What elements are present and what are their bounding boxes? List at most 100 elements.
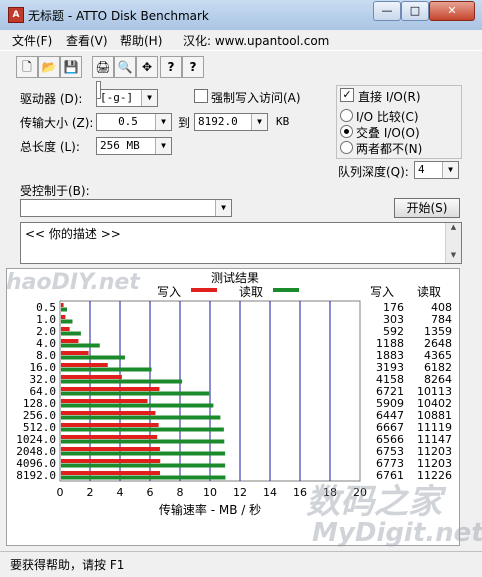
transfer-size-label: 传输大小 (Z): (20, 116, 94, 130)
spacer (96, 81, 101, 99)
maximize-button[interactable]: □ (401, 1, 429, 21)
bar-write (61, 375, 122, 379)
total-length-label: 总长度 (L): (20, 140, 80, 154)
transfer-to-select[interactable]: 8192.0 ▼ (194, 113, 268, 131)
bar-write (61, 399, 148, 403)
close-button[interactable]: ✕ (429, 1, 475, 21)
drive-select[interactable]: [-g-] ▼ (96, 89, 158, 107)
force-write-label: 强制写入访问(A) (211, 91, 301, 105)
bar-write (61, 387, 160, 391)
bar-read (61, 319, 73, 324)
bar-read (61, 451, 226, 456)
radio-overlap-label: 交叠 I/O(O) (356, 126, 420, 140)
x-tick-label: 4 (117, 486, 124, 499)
bar-read (61, 307, 67, 312)
bar-read (61, 367, 152, 372)
open-icon[interactable]: 📂 (38, 56, 60, 78)
print-preview-icon[interactable]: 🔍 (114, 56, 136, 78)
radio-overlap[interactable] (340, 125, 353, 138)
legend-write-swatch (191, 288, 217, 292)
chevron-down-icon: ▼ (141, 90, 157, 106)
description-box[interactable]: << 你的描述 >> ▲ ▼ (20, 222, 462, 264)
x-tick-label: 12 (233, 486, 247, 499)
x-tick-label: 8 (177, 486, 184, 499)
description-scrollbar[interactable]: ▲ ▼ (445, 223, 461, 263)
menu-view[interactable]: 查看(V) (66, 32, 108, 49)
x-tick-label: 6 (147, 486, 154, 499)
chevron-down-icon: ▼ (251, 114, 267, 130)
chart-title: 测试结果 (211, 270, 259, 285)
force-write-checkbox[interactable] (194, 89, 208, 103)
legend-read-swatch (273, 288, 299, 292)
menu-help[interactable]: 帮助(H) (120, 32, 162, 49)
column-header-read: 读取 (417, 285, 441, 299)
menu-file[interactable]: 文件(F) (12, 32, 52, 49)
bar-write (61, 411, 156, 415)
drive-label: 驱动器 (D): (20, 92, 83, 106)
legend-write-label: 写入 (157, 285, 181, 299)
queue-depth-select[interactable]: 4 ▼ (414, 161, 459, 179)
x-tick-label: 16 (293, 486, 307, 499)
x-tick-label: 0 (57, 486, 64, 499)
radio-compare[interactable] (340, 109, 353, 122)
x-tick-label: 10 (203, 486, 217, 499)
total-length-select[interactable]: 256 MB ▼ (96, 137, 172, 155)
context-help-icon[interactable]: ? (182, 56, 204, 78)
radio-neither[interactable] (340, 141, 353, 154)
transfer-from-select[interactable]: 0.5 ▼ (96, 113, 172, 131)
chevron-down-icon: ▼ (155, 138, 171, 154)
status-bar: 要获得帮助，请按 F1 (0, 551, 482, 577)
description-text: << 你的描述 >> (25, 227, 121, 241)
scroll-up-icon[interactable]: ▲ (446, 223, 461, 235)
chevron-down-icon: ▼ (215, 200, 231, 216)
controlled-by-label: 受控制于(B): (20, 184, 90, 198)
bar-write (61, 447, 160, 451)
bar-read (61, 343, 100, 348)
chevron-down-icon: ▼ (442, 162, 458, 178)
bar-write (61, 363, 108, 367)
new-icon[interactable]: 🗋 (16, 56, 38, 78)
print-icon[interactable]: 🖨 (92, 56, 114, 78)
app-window: A 无标题 - ATTO Disk Benchmark — □ ✕ 文件(F) … (0, 0, 482, 577)
bar-write (61, 459, 161, 463)
chevron-down-icon: ▼ (155, 114, 171, 130)
watermark-mydigit-cn: 数码之家 (306, 482, 442, 522)
start-button[interactable]: 开始(S) (394, 198, 460, 218)
help-icon[interactable]: ? (160, 56, 182, 78)
x-tick-label: 14 (263, 486, 277, 499)
bar-read (61, 355, 125, 360)
bar-write (61, 351, 89, 355)
bar-write (61, 435, 158, 439)
watermark-haodiy: haoDIY.net (6, 270, 140, 295)
bar-read (61, 415, 221, 420)
direct-io-label: 直接 I/O(R) (358, 90, 421, 104)
bar-read (61, 427, 224, 432)
bar-read (61, 379, 183, 384)
kb-label: KB (276, 115, 290, 128)
bar-read (61, 439, 225, 444)
move-icon[interactable]: ✥ (136, 56, 158, 78)
column-header-write: 写入 (370, 285, 394, 299)
x-tick-label: 2 (87, 486, 94, 499)
legend-read-label: 读取 (239, 285, 263, 299)
status-text: 要获得帮助，请按 F1 (10, 558, 125, 572)
radio-compare-label: I/O 比较(C) (356, 110, 419, 124)
menu-localization[interactable]: 汉化: www.upantool.com (183, 32, 329, 49)
minimize-button[interactable]: — (373, 1, 401, 21)
title-bar[interactable]: A 无标题 - ATTO Disk Benchmark — □ ✕ (0, 0, 482, 31)
x-axis-label: 传输速率 - MB / 秒 (159, 502, 261, 517)
scroll-down-icon[interactable]: ▼ (446, 251, 461, 263)
window-title: 无标题 - ATTO Disk Benchmark (28, 9, 209, 23)
toolbar: 🗋 📂 💾 🖨 🔍 ✥ ? ? (0, 50, 482, 82)
bar-read (61, 463, 226, 468)
to-label: 到 (178, 116, 191, 130)
direct-io-checkbox[interactable]: ✓ (340, 88, 354, 102)
bar-write (61, 327, 70, 331)
save-icon[interactable]: 💾 (60, 56, 82, 78)
bar-read (61, 331, 81, 336)
controlled-by-select[interactable]: ▼ (20, 199, 232, 217)
bar-read (61, 403, 214, 408)
queue-depth-label: 队列深度(Q): (338, 165, 409, 179)
radio-neither-label: 两者都不(N) (356, 142, 423, 156)
bar-write (61, 471, 161, 475)
